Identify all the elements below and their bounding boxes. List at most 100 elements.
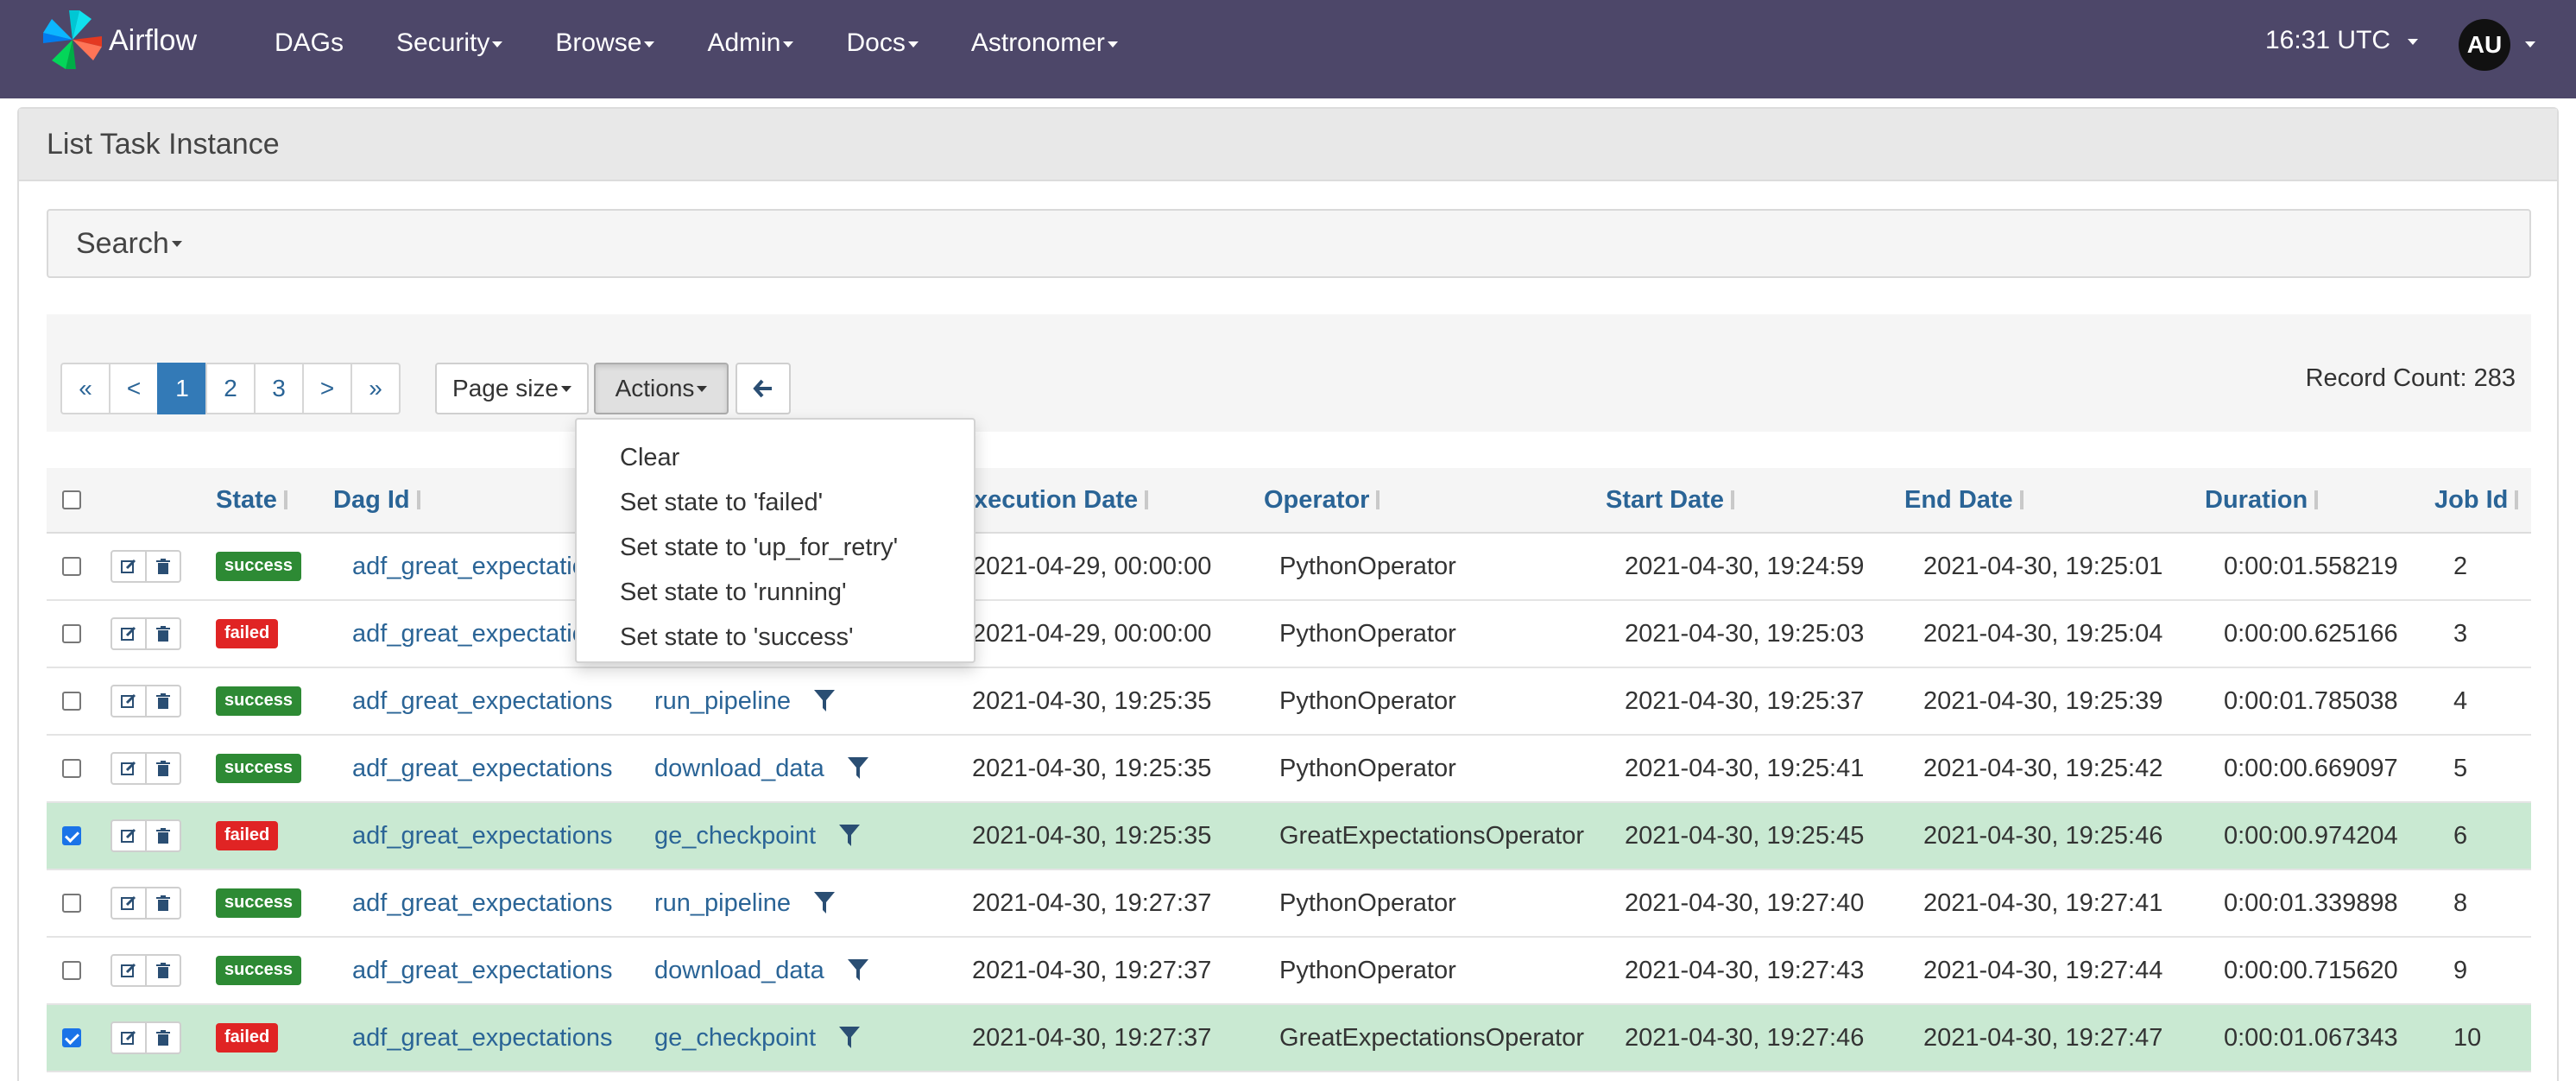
last-page-button[interactable]: » [350, 363, 401, 414]
row-action-buttons [110, 870, 181, 936]
task-id-link[interactable]: download_data [654, 957, 824, 985]
edit-record-button[interactable] [110, 954, 147, 987]
filter-icon[interactable] [838, 824, 861, 848]
header-job-id[interactable]: Job Id [2434, 468, 2519, 532]
delete-record-button[interactable] [145, 617, 181, 650]
end-date-cell: 2021-04-30, 19:25:46 [1923, 821, 2163, 850]
delete-record-button[interactable] [145, 954, 181, 987]
delete-record-button[interactable] [145, 887, 181, 920]
filter-icon[interactable] [847, 756, 869, 781]
nav-item-dags[interactable]: DAGs [275, 28, 344, 58]
action-clear[interactable]: Clear [577, 435, 974, 480]
header-dag-id[interactable]: Dag Id [333, 468, 420, 532]
brand[interactable]: Airflow [40, 7, 197, 77]
dag-id-link[interactable]: adf_great_expectations [352, 1005, 613, 1071]
execution-date-cell: 2021-04-30, 19:27:37 [972, 956, 1212, 984]
row-checkbox[interactable] [62, 826, 81, 845]
filter-icon[interactable] [813, 891, 836, 915]
back-button[interactable] [736, 363, 791, 414]
actions-button[interactable]: Actions [594, 363, 729, 414]
nav-item-browse[interactable]: Browse [555, 28, 655, 58]
state-badge: failed [216, 619, 279, 648]
page-1-button[interactable]: 1 [157, 363, 207, 414]
dag-id-link[interactable]: adf_great_expectations [352, 803, 613, 869]
delete-record-button[interactable] [145, 819, 181, 852]
page-size-button[interactable]: Page size [435, 363, 589, 414]
task-id-link[interactable]: run_pipeline [654, 889, 791, 918]
row-action-buttons [110, 938, 181, 1003]
brand-name: Airflow [109, 24, 198, 57]
row-checkbox[interactable] [62, 1028, 81, 1047]
row-checkbox-cell [62, 736, 81, 801]
row-action-buttons [110, 601, 181, 667]
dag-id-link[interactable]: adf_great_expectatio [352, 534, 586, 599]
nav-item-admin[interactable]: Admin [707, 28, 794, 58]
delete-record-button[interactable] [145, 752, 181, 785]
page-3-button[interactable]: 3 [254, 363, 304, 414]
row-checkbox[interactable] [62, 624, 81, 643]
page-size-label: Page size [452, 375, 559, 401]
row-checkbox[interactable] [62, 692, 81, 711]
operator-cell: PythonOperator [1279, 619, 1456, 648]
header-operator[interactable]: Operator [1264, 468, 1380, 532]
nav-item-astronomer[interactable]: Astronomer [971, 28, 1118, 58]
header-start-date[interactable]: Start Date [1606, 468, 1734, 532]
edit-record-button[interactable] [110, 550, 147, 583]
task-id-cell: download_data [654, 736, 869, 801]
header-end-date[interactable]: End Date [1904, 468, 2024, 532]
search-label: Search [76, 226, 169, 260]
nav-item-docs[interactable]: Docs [846, 28, 919, 58]
start-date-cell: 2021-04-30, 19:25:03 [1625, 619, 1865, 648]
trash-icon [155, 558, 172, 575]
caret-down-icon [171, 240, 182, 247]
dag-id-link[interactable]: adf_great_expectations [352, 668, 613, 734]
first-page-button[interactable]: « [60, 363, 110, 414]
row-checkbox[interactable] [62, 894, 81, 913]
row-checkbox[interactable] [62, 759, 81, 778]
task-id-link[interactable]: ge_checkpoint [654, 1024, 816, 1053]
edit-record-button[interactable] [110, 685, 147, 718]
dag-id-link[interactable]: adf_great_expectations [352, 736, 613, 801]
filter-icon[interactable] [813, 689, 836, 713]
delete-record-button[interactable] [145, 685, 181, 718]
header-duration[interactable]: Duration [2205, 468, 2319, 532]
edit-record-button[interactable] [110, 1021, 147, 1054]
task-id-link[interactable]: download_data [654, 755, 824, 783]
page-2-button[interactable]: 2 [205, 363, 256, 414]
action-set-success[interactable]: Set state to 'success' [577, 615, 974, 660]
dag-id-link[interactable]: adf_great_expectatio [352, 601, 586, 667]
nav-item-security[interactable]: Security [396, 28, 503, 58]
delete-record-button[interactable] [145, 1021, 181, 1054]
edit-record-button[interactable] [110, 617, 147, 650]
header-state[interactable]: State [216, 468, 287, 532]
delete-record-button[interactable] [145, 550, 181, 583]
edit-record-button[interactable] [110, 752, 147, 785]
edit-record-button[interactable] [110, 887, 147, 920]
header-execution-date[interactable]: xecution Date [974, 468, 1149, 532]
prev-page-button[interactable]: < [109, 363, 159, 414]
search-toggle[interactable]: Search [47, 209, 2531, 278]
dag-id-link[interactable]: adf_great_expectations [352, 870, 613, 936]
task-id-link[interactable]: ge_checkpoint [654, 822, 816, 850]
filter-icon[interactable] [847, 958, 869, 983]
action-set-up-for-retry[interactable]: Set state to 'up_for_retry' [577, 525, 974, 570]
clock-dropdown[interactable]: 16:31 UTC [2265, 26, 2419, 55]
next-page-button[interactable]: > [302, 363, 352, 414]
select-all-checkbox[interactable] [62, 490, 81, 509]
action-set-failed[interactable]: Set state to 'failed' [577, 480, 974, 525]
execution-date-cell: 2021-04-29, 00:00:00 [972, 619, 1212, 648]
edit-record-button[interactable] [110, 819, 147, 852]
start-date-cell: 2021-04-30, 19:24:59 [1625, 552, 1865, 580]
sort-icon [1145, 490, 1149, 509]
action-set-running[interactable]: Set state to 'running' [577, 570, 974, 615]
filter-icon[interactable] [838, 1026, 861, 1050]
row-checkbox[interactable] [62, 961, 81, 980]
row-checkbox[interactable] [62, 557, 81, 576]
execution-date-cell: 2021-04-30, 19:25:35 [972, 686, 1212, 715]
edit-icon [120, 558, 137, 575]
task-id-link[interactable]: run_pipeline [654, 687, 791, 716]
dag-id-link[interactable]: adf_great_expectations [352, 938, 613, 1003]
user-avatar[interactable]: AU [2459, 19, 2510, 71]
caret-down-icon[interactable] [2525, 41, 2535, 47]
edit-icon [120, 962, 137, 979]
